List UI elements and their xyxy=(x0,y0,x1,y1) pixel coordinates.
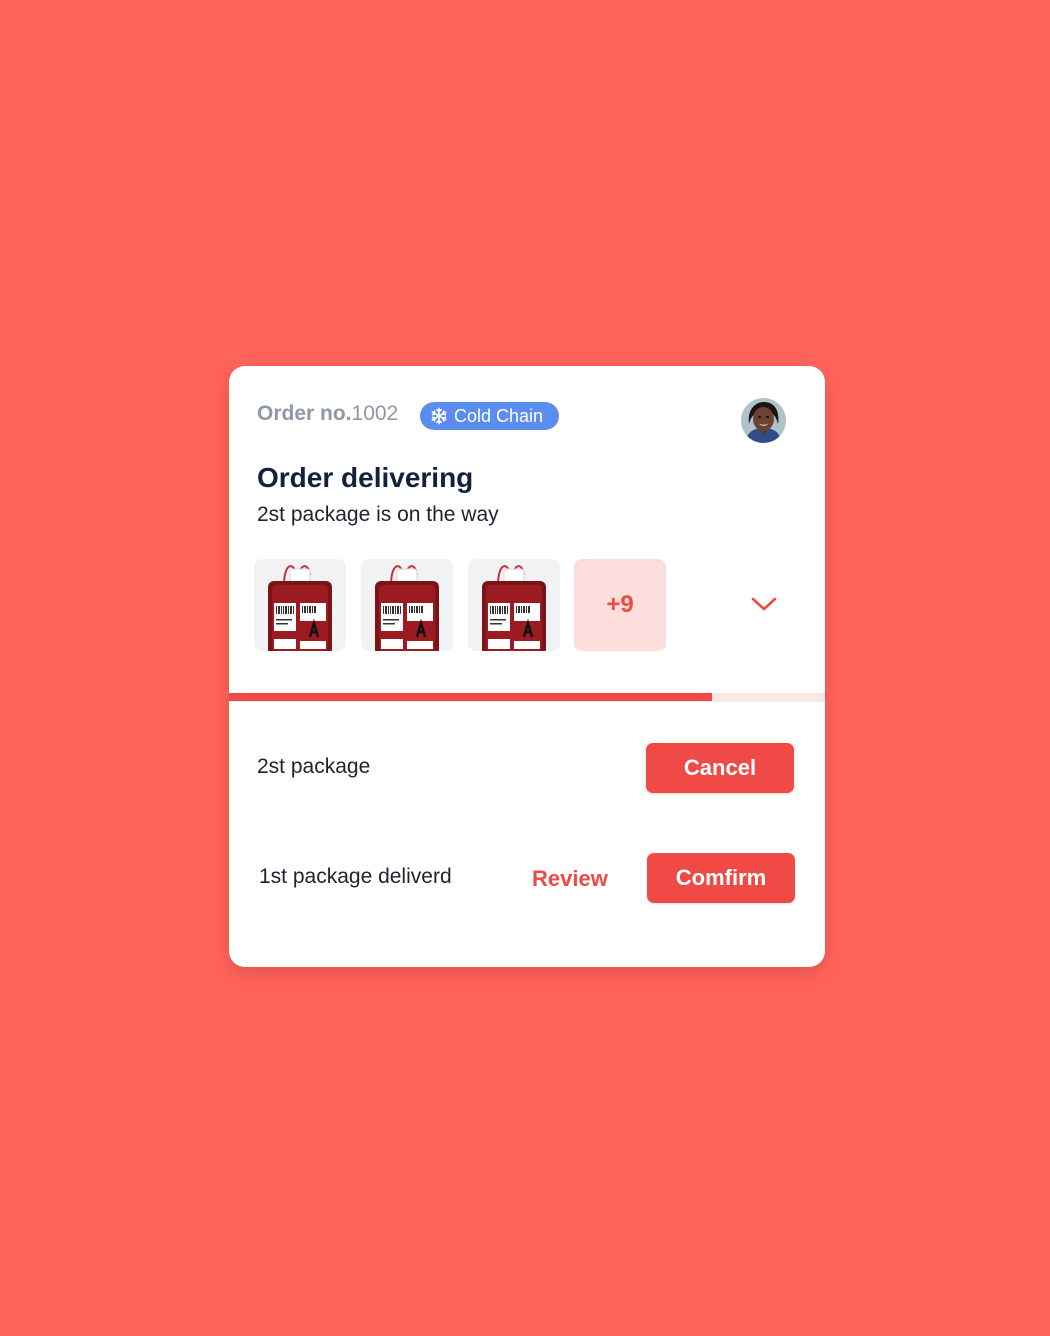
order-number: Order no.1002 xyxy=(257,402,398,426)
chevron-down-icon xyxy=(751,597,777,611)
blood-bag-image xyxy=(254,559,346,651)
blood-bag-thumbnail[interactable] xyxy=(254,559,346,651)
status-subtitle: 2st package is on the way xyxy=(257,503,499,526)
expand-button[interactable] xyxy=(749,594,779,614)
order-number-value: 1002 xyxy=(351,402,399,425)
badge-label: Cold Chain xyxy=(454,406,544,426)
order-card: Order no.1002 Cold Chain Order deliverin… xyxy=(229,366,825,967)
cancel-button[interactable]: Cancel xyxy=(646,743,794,793)
confirm-button[interactable]: Comfirm xyxy=(647,853,795,903)
blood-bag-image xyxy=(468,559,560,651)
delivery-progress-fill xyxy=(229,693,712,701)
user-avatar[interactable] xyxy=(741,398,786,443)
blood-bag-thumbnail[interactable] xyxy=(361,559,453,651)
status-title: Order delivering xyxy=(257,462,474,493)
more-items-tile[interactable]: +9 xyxy=(574,559,666,651)
divider xyxy=(229,701,825,702)
delivery-progress-bar xyxy=(229,693,825,701)
blood-bag-thumbnail[interactable] xyxy=(468,559,560,651)
blood-bag-image xyxy=(361,559,453,651)
order-number-prefix: Order no. xyxy=(257,402,352,425)
review-button[interactable]: Review xyxy=(532,865,608,893)
snowflake-icon xyxy=(431,407,447,425)
package-2-label: 2st package xyxy=(257,755,371,778)
cold-chain-badge: Cold Chain xyxy=(420,402,560,430)
package-1-label: 1st package deliverd xyxy=(259,865,452,888)
